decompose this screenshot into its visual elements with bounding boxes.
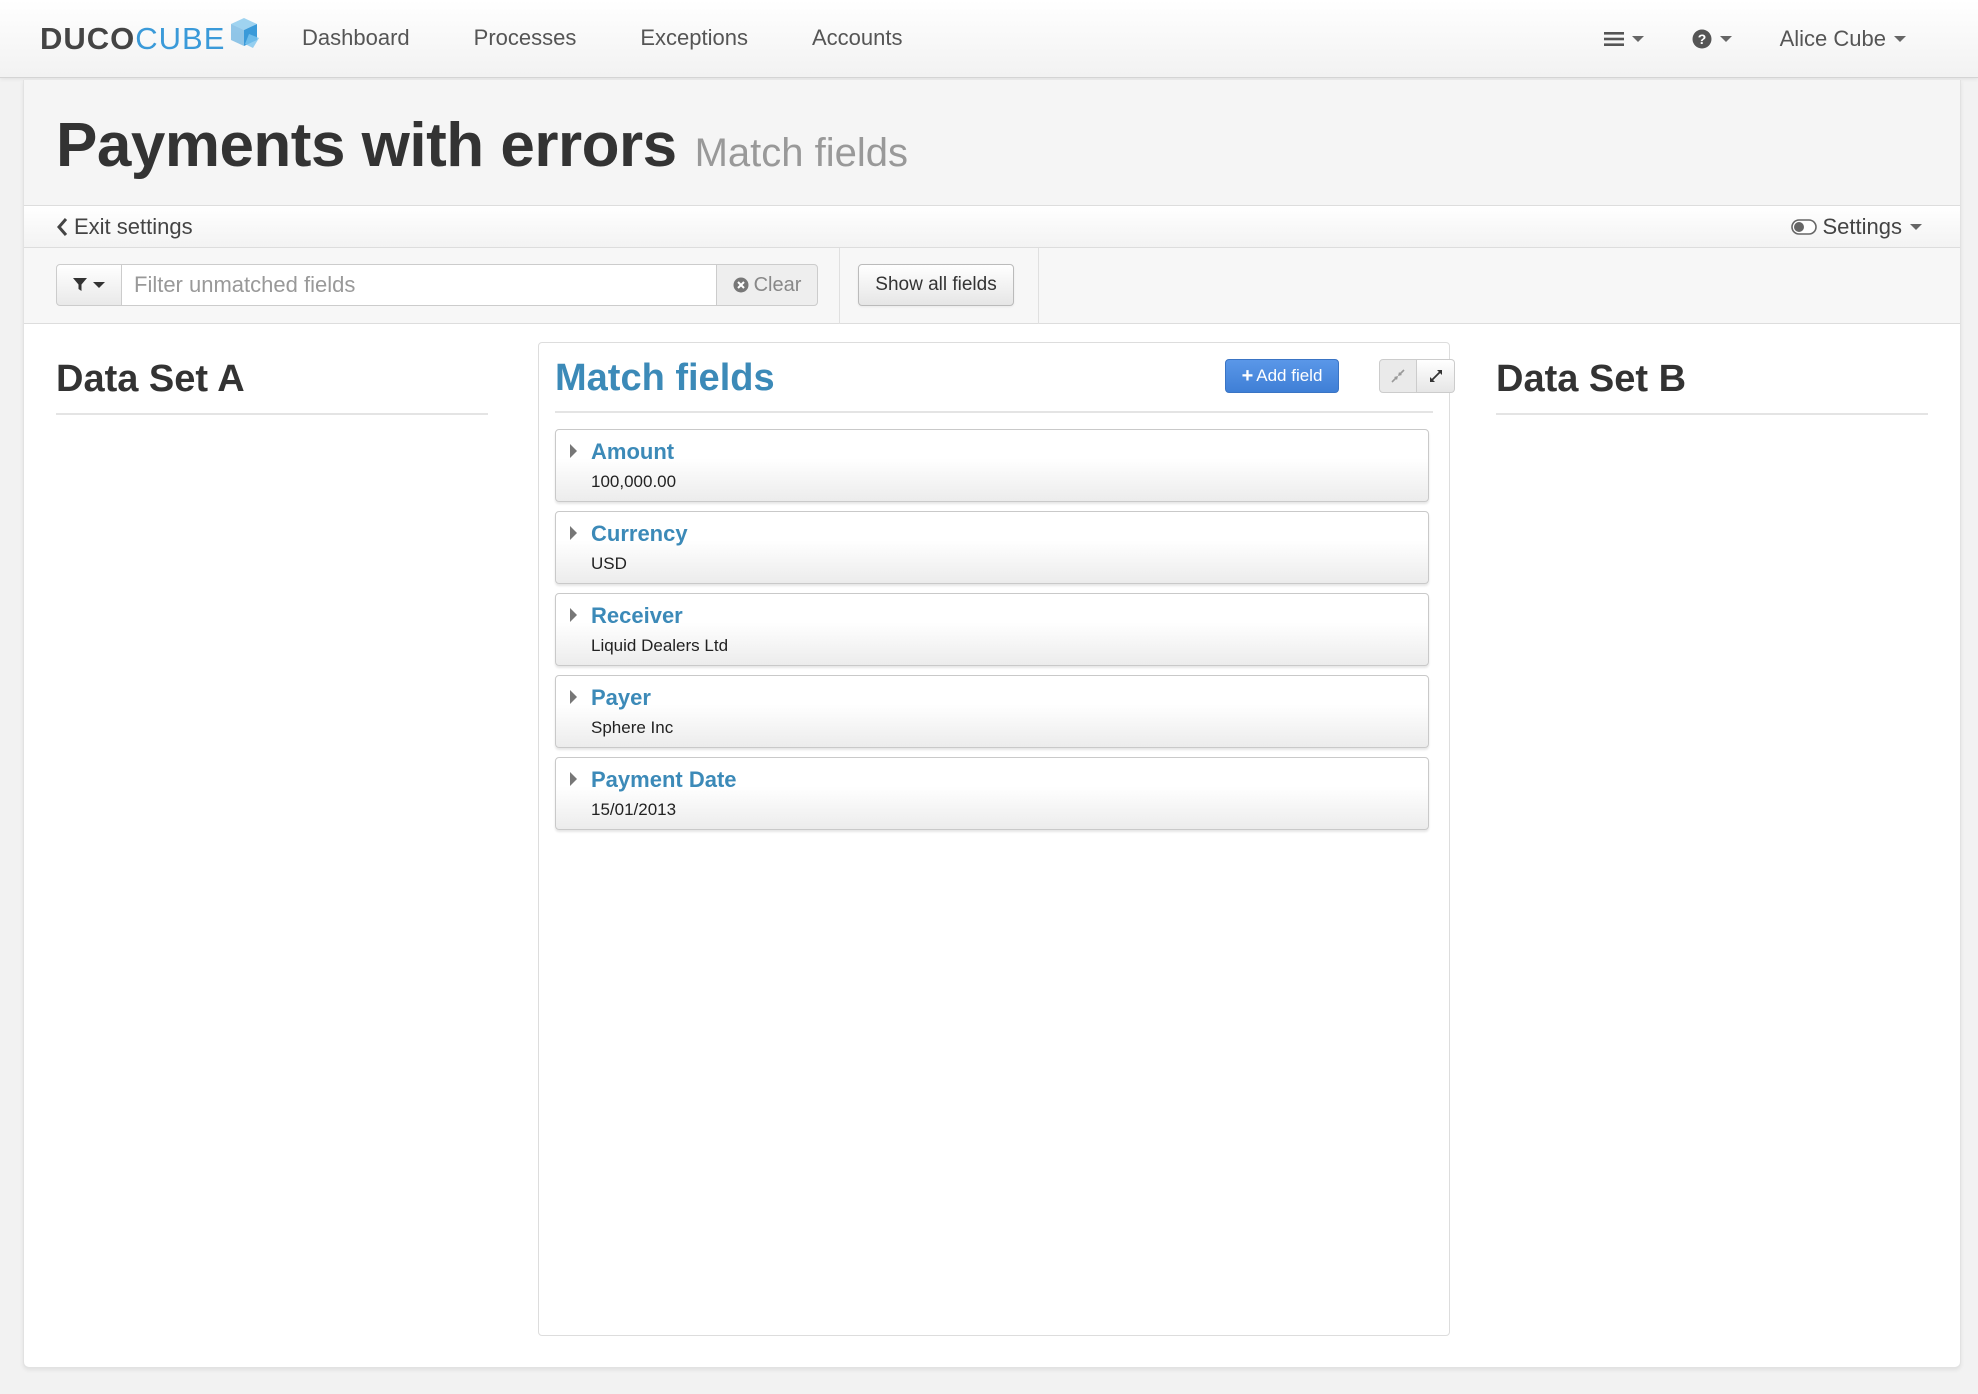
field-value: 15/01/2013 (591, 800, 677, 819)
match-fields-heading: Match fields (555, 357, 775, 399)
main-nav: Dashboard Processes Exceptions Accounts (270, 0, 934, 78)
nav-exceptions[interactable]: Exceptions (608, 0, 780, 78)
clear-circle-icon (733, 277, 749, 293)
caret-right-icon[interactable] (570, 526, 577, 540)
svg-text:?: ? (1697, 31, 1706, 47)
chevron-down-icon (1894, 36, 1906, 42)
filter-icon (73, 278, 87, 291)
nav-right-group: ? Alice Cube (1580, 0, 1930, 78)
clear-filter-button[interactable]: Clear (716, 264, 818, 306)
nav-processes[interactable]: Processes (442, 0, 609, 78)
user-menu[interactable]: Alice Cube (1756, 0, 1930, 78)
plus-icon: + (1241, 365, 1254, 387)
caret-right-icon[interactable] (570, 772, 577, 786)
list-menu-dropdown[interactable] (1580, 0, 1668, 78)
field-name: Amount (591, 439, 675, 464)
page-header: Payments with errors Match fields (24, 80, 1960, 206)
match-fields-divider (555, 411, 1433, 413)
exit-settings-link[interactable]: Exit settings (56, 206, 193, 248)
match-field-currency[interactable]: Currency USD (555, 511, 1429, 584)
field-value: Liquid Dealers Ltd (591, 636, 729, 655)
top-navbar: DUCO CUBE Dashboard Processes Exceptions … (0, 0, 1978, 78)
collapse-expand-group (1379, 359, 1455, 393)
chevron-down-icon (93, 282, 105, 288)
user-name: Alice Cube (1779, 26, 1886, 51)
brand-text-duco: DUCO (40, 21, 136, 56)
help-circle-icon: ? (1692, 29, 1712, 49)
show-all-fields-button[interactable]: Show all fields (858, 264, 1014, 306)
add-field-button[interactable]: + Add field (1225, 359, 1339, 393)
list-menu-icon (1603, 32, 1624, 46)
match-field-amount[interactable]: Amount 100,000.00 (555, 429, 1429, 502)
data-set-b-divider (1496, 413, 1928, 415)
expand-icon (1429, 370, 1442, 382)
field-name: Currency (591, 521, 688, 546)
match-field-payer[interactable]: Payer Sphere Inc (555, 675, 1429, 748)
field-value: 100,000.00 (591, 472, 677, 491)
filter-unmatched-fields-input[interactable] (122, 264, 716, 306)
add-field-label: Add field (1256, 366, 1323, 385)
data-set-b-heading: Data Set B (1496, 358, 1687, 400)
filter-toolbar: Clear Show all fields (24, 248, 1960, 324)
caret-right-icon[interactable] (570, 690, 577, 704)
match-field-receiver[interactable]: Receiver Liquid Dealers Ltd (555, 593, 1429, 666)
caret-right-icon[interactable] (570, 444, 577, 458)
brand-text-cube: CUBE (135, 21, 226, 56)
data-set-a-heading: Data Set A (56, 358, 245, 400)
help-dropdown[interactable]: ? (1668, 0, 1756, 78)
match-fields-panel: Match fields + Add field Amount 100,000.… (538, 342, 1455, 1336)
exit-settings-label: Exit settings (74, 214, 193, 239)
cube-logo-icon (231, 18, 260, 48)
page-subtitle: Match fields (694, 131, 908, 175)
nav-accounts[interactable]: Accounts (780, 0, 935, 78)
data-set-a-divider (56, 413, 488, 415)
chevron-down-icon (1719, 36, 1732, 42)
match-field-list: Amount 100,000.00 Currency USD Receiver … (555, 429, 1429, 839)
main-container: Payments with errors Match fields Exit s… (23, 80, 1961, 1368)
page-title: Payments with errors Match fields (56, 110, 908, 181)
chevron-down-icon (1631, 36, 1644, 42)
chevron-left-icon (57, 218, 68, 236)
field-name: Payer (591, 685, 651, 710)
settings-bar: Exit settings Settings (24, 206, 1960, 248)
caret-right-icon[interactable] (570, 608, 577, 622)
collapse-all-button[interactable] (1379, 359, 1417, 393)
brand-logo[interactable]: DUCO CUBE (40, 18, 261, 60)
toolbar-divider (839, 248, 840, 324)
field-name: Receiver (591, 603, 683, 628)
clear-label: Clear (753, 273, 802, 296)
settings-label: Settings (1822, 214, 1903, 239)
toggle-icon (1790, 219, 1817, 235)
match-field-payment-date[interactable]: Payment Date 15/01/2013 (555, 757, 1429, 830)
toolbar-divider (1038, 248, 1039, 324)
settings-dropdown[interactable]: Settings (1790, 206, 1922, 248)
filter-dropdown-button[interactable] (56, 264, 122, 306)
field-value: USD (591, 554, 627, 573)
nav-dashboard[interactable]: Dashboard (270, 0, 442, 78)
filter-group: Clear (56, 264, 818, 306)
expand-all-button[interactable] (1417, 359, 1455, 393)
page-title-text: Payments with errors (56, 111, 677, 180)
field-value: Sphere Inc (591, 718, 674, 737)
chevron-down-icon (1910, 224, 1922, 230)
field-name: Payment Date (591, 767, 737, 792)
compress-icon (1391, 369, 1405, 383)
